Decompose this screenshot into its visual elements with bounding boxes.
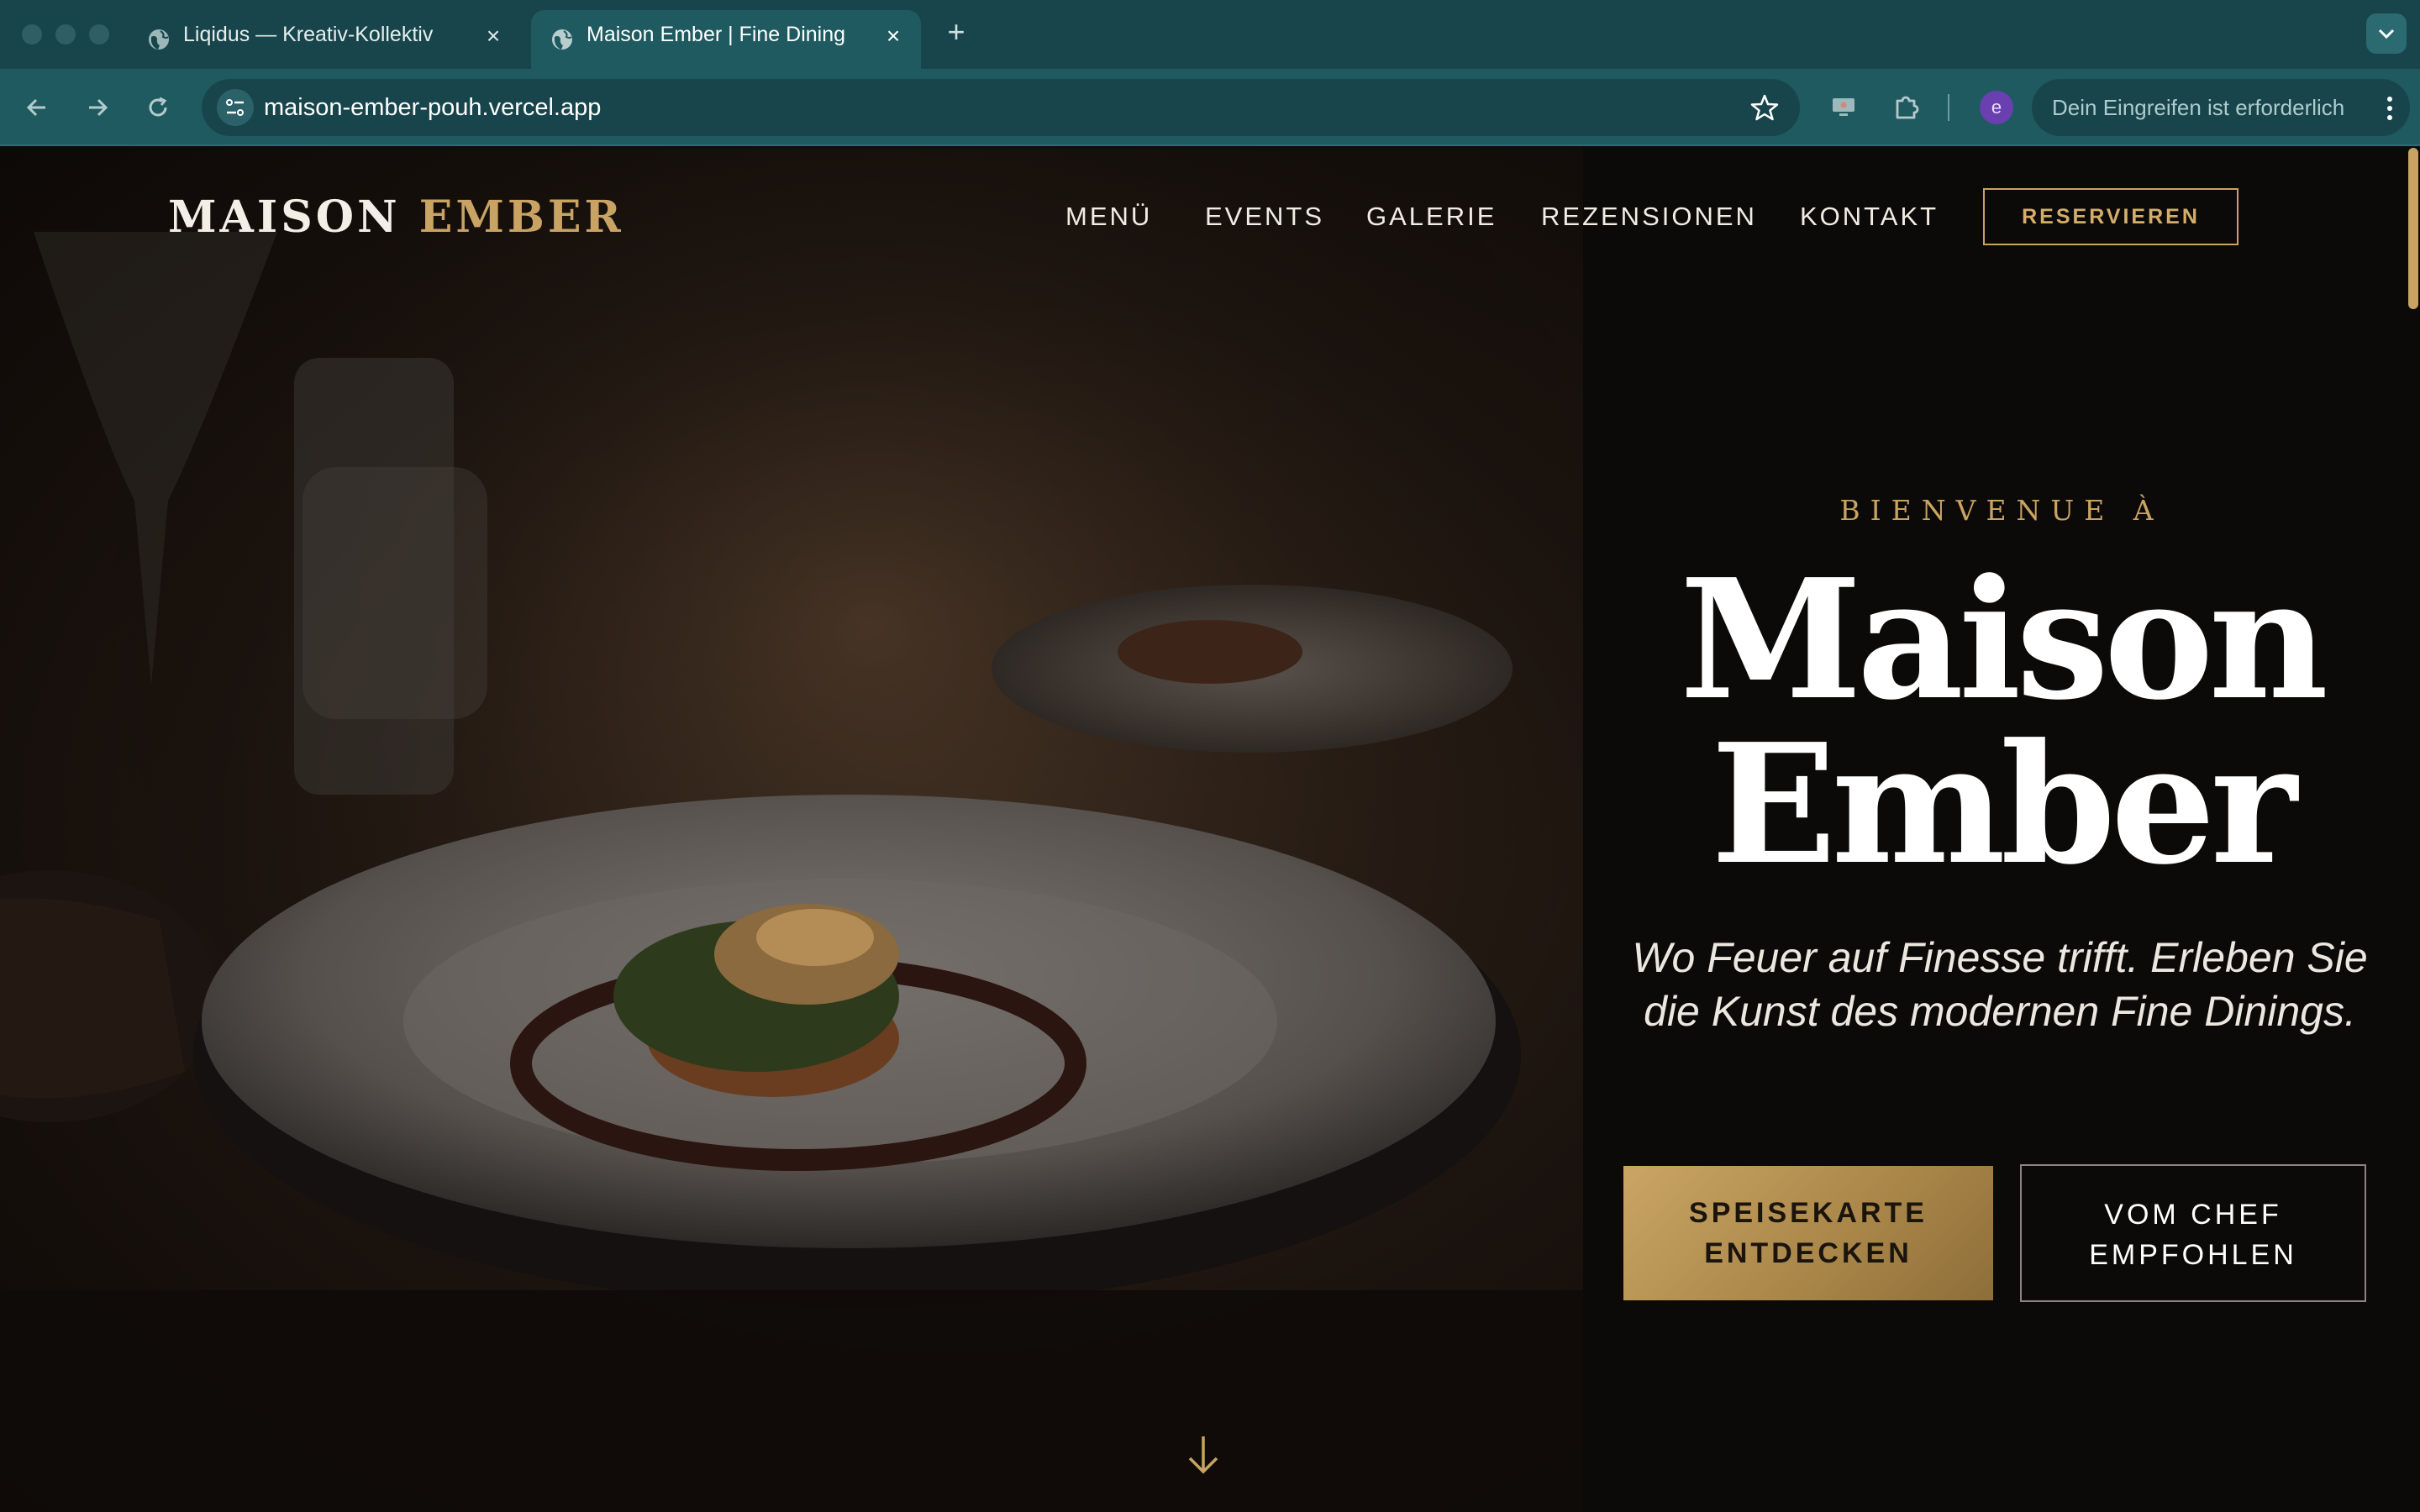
hero-food-photo bbox=[0, 148, 1583, 1512]
scroll-down-arrow-icon[interactable] bbox=[1185, 1433, 1222, 1477]
arrow-left-icon bbox=[26, 98, 45, 117]
attention-required-text: Dein Eingreifen ist erforderlich bbox=[2052, 95, 2345, 120]
browser-toolbar: maison-ember-pouh.vercel.app e Dein Eing… bbox=[0, 69, 2420, 146]
profile-avatar[interactable]: e bbox=[1980, 91, 2013, 124]
window-close-dot[interactable] bbox=[22, 24, 42, 45]
nav-link-kontakt[interactable]: KONTAKT bbox=[1800, 202, 1939, 232]
tab-liqidus[interactable]: Liqidus — Kreativ-Kollektiv × bbox=[128, 10, 521, 69]
attention-required-chip[interactable]: Dein Eingreifen ist erforderlich bbox=[2032, 79, 2410, 136]
hero-subtitle: Wo Feuer auf Finesse trifft. Erleben Sie… bbox=[1632, 934, 2368, 1035]
globe-icon bbox=[149, 29, 169, 50]
nav-link-events[interactable]: EVENTS bbox=[1205, 202, 1324, 232]
tab-title: Liqidus — Kreativ-Kollektiv bbox=[183, 23, 434, 46]
arrow-right-icon bbox=[89, 98, 108, 117]
hero-title-line-2: Ember bbox=[1711, 708, 2297, 901]
hero-eyebrow: BIENVENUE À bbox=[1839, 494, 2164, 527]
more-vertical-icon[interactable] bbox=[2386, 96, 2393, 121]
globe-icon bbox=[552, 29, 572, 50]
site-logo[interactable]: MAISON EMBER bbox=[168, 192, 624, 243]
reserve-button[interactable]: RESERVIEREN bbox=[1983, 188, 2238, 245]
explore-menu-label-line-1: SPEISEKARTE bbox=[1689, 1197, 1928, 1229]
bookmark-star-icon[interactable] bbox=[1749, 92, 1780, 123]
back-button[interactable] bbox=[20, 91, 54, 124]
nav-link-rezensionen[interactable]: REZENSIONEN bbox=[1541, 202, 1757, 232]
reload-button[interactable] bbox=[141, 91, 175, 124]
extensions-puzzle-icon[interactable] bbox=[1889, 90, 1923, 123]
chef-recommendation-button[interactable]: VOM CHEF EMPFOHLEN bbox=[2020, 1164, 2366, 1302]
logo-primary-text: MAISON bbox=[168, 192, 401, 243]
tab-search-button[interactable] bbox=[2366, 13, 2407, 54]
address-bar[interactable]: maison-ember-pouh.vercel.app bbox=[202, 79, 1800, 136]
browser-tab-strip: Liqidus — Kreativ-Kollektiv × Maison Emb… bbox=[0, 0, 2420, 69]
screen-share-icon[interactable] bbox=[1827, 90, 1860, 123]
explore-menu-button[interactable]: SPEISEKARTE ENTDECKEN bbox=[1623, 1166, 1993, 1300]
plated-dish-image bbox=[0, 148, 1583, 1512]
chevron-down-icon bbox=[2378, 29, 2395, 39]
close-tab-icon[interactable]: × bbox=[881, 23, 906, 49]
plus-icon[interactable]: + bbox=[939, 15, 973, 49]
nav-link-menu[interactable]: MENÜ bbox=[1065, 202, 1152, 232]
window-minimize-dot[interactable] bbox=[55, 24, 76, 45]
page-scrollbar-track[interactable] bbox=[2407, 148, 2420, 1512]
hero-title: Maison Ember bbox=[1583, 558, 2420, 887]
toolbar-separator bbox=[1948, 94, 1949, 121]
tab-maison-ember[interactable]: Maison Ember | Fine Dining × bbox=[531, 10, 921, 69]
tab-title: Maison Ember | Fine Dining bbox=[587, 23, 846, 46]
nav-link-galerie[interactable]: GALERIE bbox=[1366, 202, 1497, 232]
hero-title-line-1: Maison bbox=[1680, 543, 2328, 737]
site-info-icon[interactable] bbox=[217, 89, 254, 126]
url-text: maison-ember-pouh.vercel.app bbox=[264, 94, 602, 121]
explore-menu-label-line-2: ENTDECKEN bbox=[1704, 1237, 1912, 1269]
web-page: MAISON EMBER MENÜ EVENTS GALERIE REZENSI… bbox=[0, 148, 2420, 1512]
chef-recommendation-label-line-2: EMPFOHLEN bbox=[2089, 1239, 2297, 1271]
chef-recommendation-label-line-1: VOM CHEF bbox=[2104, 1199, 2282, 1231]
logo-accent-text: EMBER bbox=[418, 192, 624, 243]
forward-button[interactable] bbox=[81, 91, 114, 124]
reload-icon bbox=[149, 97, 167, 117]
page-scrollbar-thumb[interactable] bbox=[2408, 148, 2418, 309]
window-zoom-dot[interactable] bbox=[89, 24, 109, 45]
close-tab-icon[interactable]: × bbox=[481, 23, 506, 49]
